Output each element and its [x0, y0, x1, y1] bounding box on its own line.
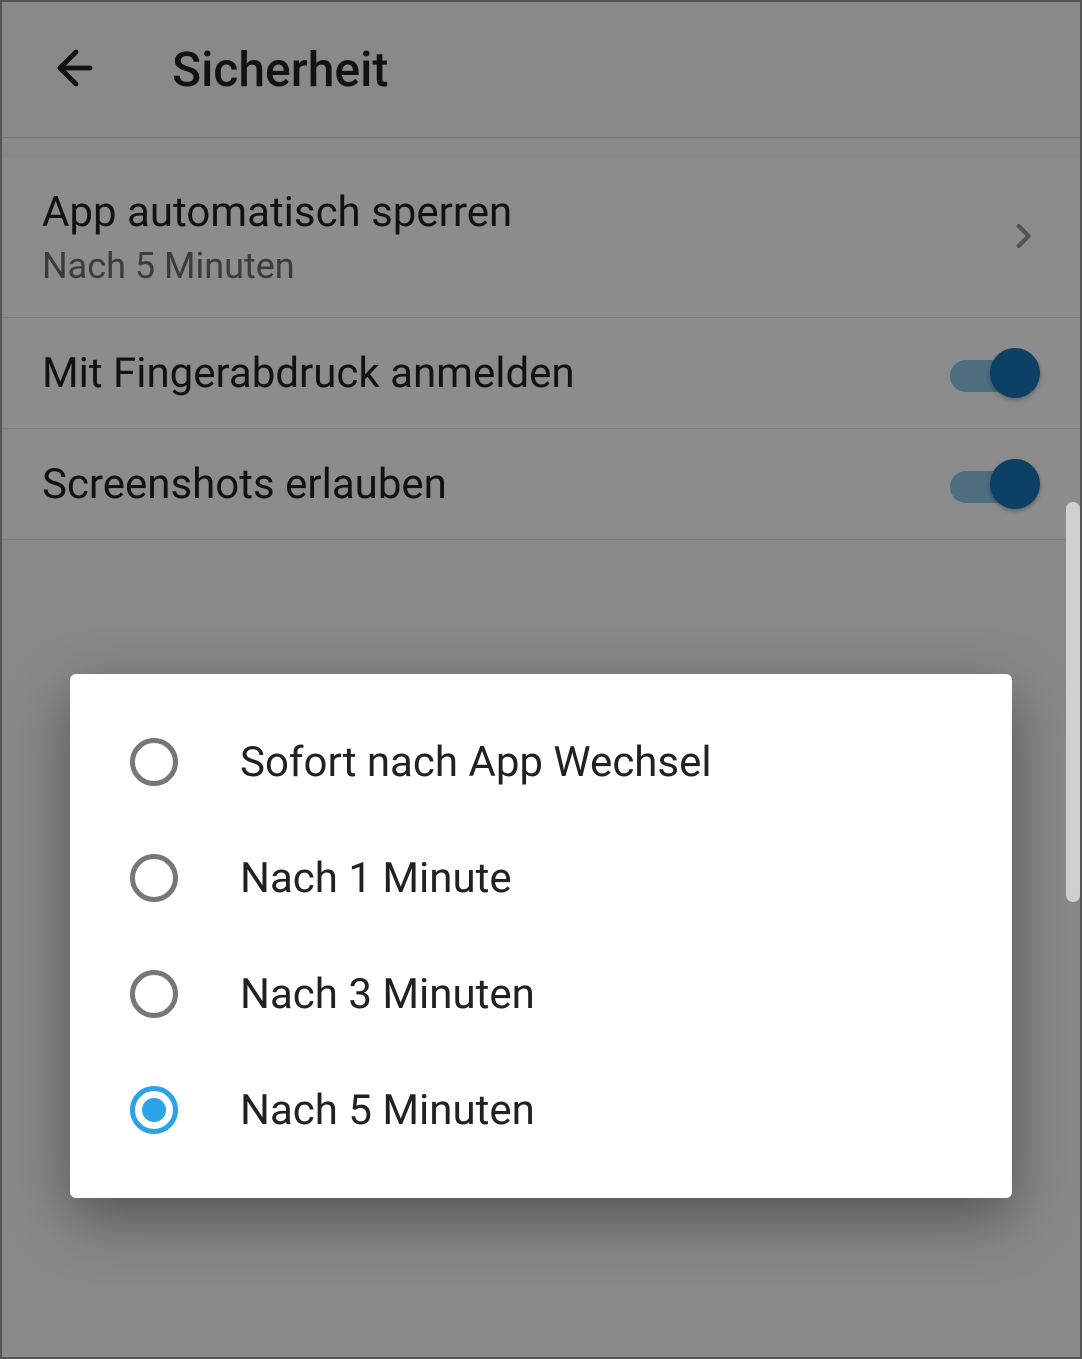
scrollbar[interactable] [1066, 502, 1080, 902]
option-1-minute[interactable]: Nach 1 Minute [70, 820, 1012, 936]
radio-icon [130, 970, 178, 1018]
option-label: Nach 5 Minuten [240, 1086, 535, 1135]
radio-icon [130, 738, 178, 786]
auto-lock-dialog: Sofort nach App Wechsel Nach 1 Minute Na… [70, 674, 1012, 1198]
option-5-minutes[interactable]: Nach 5 Minuten [70, 1052, 1012, 1168]
option-label: Nach 1 Minute [240, 854, 512, 903]
option-label: Sofort nach App Wechsel [240, 738, 712, 787]
option-3-minutes[interactable]: Nach 3 Minuten [70, 936, 1012, 1052]
option-immediate[interactable]: Sofort nach App Wechsel [70, 704, 1012, 820]
radio-icon [130, 854, 178, 902]
option-label: Nach 3 Minuten [240, 970, 535, 1019]
radio-icon [130, 1086, 178, 1134]
